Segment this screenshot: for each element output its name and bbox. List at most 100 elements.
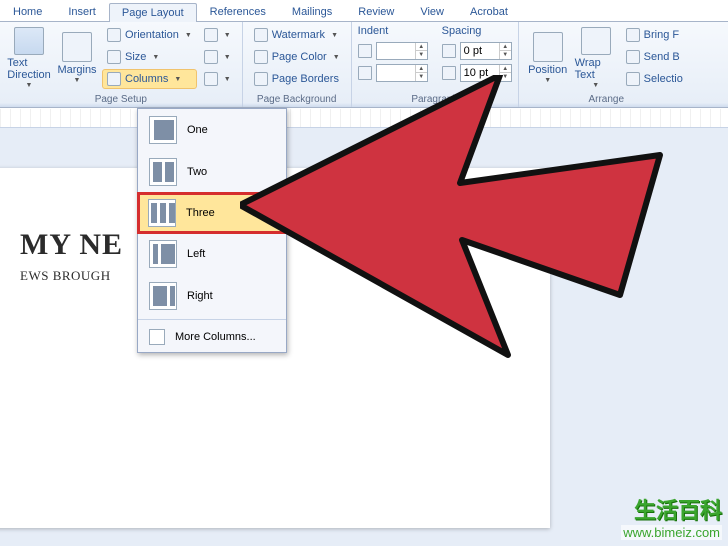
columns-more-columns[interactable]: More Columns... [138, 322, 286, 352]
size-button[interactable]: Size▼ [102, 47, 197, 67]
ribbon-tabs: HomeInsertPage LayoutReferencesMailingsR… [0, 0, 728, 22]
page-borders-button[interactable]: Page Borders [249, 69, 345, 89]
columns-more-label: More Columns... [175, 331, 256, 343]
spinner-down-icon[interactable]: ▼ [415, 51, 427, 59]
chevron-down-icon: ▼ [331, 32, 338, 39]
more-columns-icon [149, 329, 165, 345]
breaks-button[interactable]: ▼ [199, 25, 236, 45]
page-color-button[interactable]: Page Color▼ [249, 47, 345, 67]
menu-separator [138, 319, 286, 320]
group-label: Page Background [249, 94, 345, 105]
watermark-button[interactable]: Watermark▼ [249, 25, 345, 45]
columns-button[interactable]: Columns▼ [102, 69, 197, 89]
selection-pane-icon [626, 72, 640, 86]
document-area[interactable]: MY NE EWS BROUGH [0, 128, 728, 546]
tab-view[interactable]: View [407, 2, 457, 21]
send-backward-button[interactable]: Send B [621, 47, 688, 67]
columns-two-icon [149, 158, 177, 186]
spacing-before-icon [442, 44, 456, 58]
chevron-down-icon: ▼ [224, 32, 231, 39]
chevron-down-icon: ▼ [333, 54, 340, 61]
indent-label: Indent [358, 25, 428, 37]
columns-option-three[interactable]: Three [138, 193, 286, 233]
bring-forward-icon [626, 28, 640, 42]
tab-references[interactable]: References [197, 2, 279, 21]
spinner-up-icon[interactable]: ▲ [499, 65, 511, 73]
wrap-text-button[interactable]: Wrap Text▼ [573, 25, 619, 91]
hyphenation-button[interactable]: ▼ [199, 69, 236, 89]
bring-forward-button[interactable]: Bring F [621, 25, 688, 45]
tab-acrobat[interactable]: Acrobat [457, 2, 521, 21]
spinner-down-icon[interactable]: ▼ [415, 73, 427, 81]
size-icon [107, 50, 121, 64]
tab-page-layout[interactable]: Page Layout [109, 3, 197, 22]
orientation-button[interactable]: Orientation▼ [102, 25, 197, 45]
group-label: Paragraph [358, 94, 512, 105]
indent-right-spinner[interactable]: ▲▼ [358, 63, 428, 83]
spinner-down-icon[interactable]: ▼ [499, 73, 511, 81]
columns-icon [107, 72, 121, 86]
columns-right-icon [149, 282, 177, 310]
chevron-down-icon: ▼ [224, 54, 231, 61]
text-direction-button[interactable]: Text Direction ▼ [6, 25, 52, 91]
margins-icon [62, 32, 92, 62]
chevron-down-icon: ▼ [152, 54, 159, 61]
columns-option-label: Right [187, 290, 213, 302]
columns-one-icon [149, 116, 177, 144]
position-icon [533, 32, 563, 62]
group-paragraph: Indent ▲▼ ▲▼ Spacing 0 pt▲▼ 10 [352, 22, 519, 107]
watermark-icon [254, 28, 268, 42]
columns-option-label: Three [186, 207, 215, 219]
columns-option-label: Left [187, 248, 205, 260]
chevron-down-icon: ▼ [224, 76, 231, 83]
columns-option-label: Two [187, 166, 207, 178]
columns-dropdown: One Two Three Left Right More Columns... [137, 108, 287, 353]
page-borders-icon [254, 72, 268, 86]
spacing-after-icon [442, 66, 456, 80]
columns-option-right[interactable]: Right [138, 275, 286, 317]
horizontal-ruler[interactable] [0, 108, 728, 128]
chevron-down-icon: ▼ [185, 32, 192, 39]
columns-option-label: One [187, 124, 208, 136]
indent-left-icon [358, 44, 372, 58]
send-backward-icon [626, 50, 640, 64]
hyphenation-icon [204, 72, 218, 86]
wrap-text-icon [581, 27, 611, 55]
line-numbers-icon [204, 50, 218, 64]
tab-home[interactable]: Home [0, 2, 55, 21]
spinner-up-icon[interactable]: ▲ [415, 65, 427, 73]
position-button[interactable]: Position▼ [525, 25, 571, 91]
spinner-down-icon[interactable]: ▼ [499, 51, 511, 59]
spacing-after-spinner[interactable]: 10 pt▲▼ [442, 63, 512, 83]
columns-option-two[interactable]: Two [138, 151, 286, 193]
group-label: Page Setup [6, 94, 236, 105]
spinner-up-icon[interactable]: ▲ [415, 43, 427, 51]
orientation-icon [107, 28, 121, 42]
page-color-icon [254, 50, 268, 64]
line-numbers-button[interactable]: ▼ [199, 47, 236, 67]
group-page-background: Watermark▼ Page Color▼ Page Borders Page… [243, 22, 352, 107]
chevron-down-icon: ▼ [26, 82, 33, 89]
columns-left-icon [149, 240, 177, 268]
text-direction-icon [14, 27, 44, 55]
columns-option-one[interactable]: One [138, 109, 286, 151]
columns-three-icon [148, 199, 176, 227]
breaks-icon [204, 28, 218, 42]
indent-left-spinner[interactable]: ▲▼ [358, 41, 428, 61]
tab-review[interactable]: Review [345, 2, 407, 21]
group-label: Arrange [525, 94, 688, 105]
indent-right-icon [358, 66, 372, 80]
group-page-setup: Text Direction ▼ Margins ▼ Orientation▼ … [0, 22, 243, 107]
spacing-before-spinner[interactable]: 0 pt▲▼ [442, 41, 512, 61]
group-arrange: Position▼ Wrap Text▼ Bring F Send B Sele… [519, 22, 694, 107]
tab-mailings[interactable]: Mailings [279, 2, 345, 21]
chevron-down-icon: ▼ [74, 77, 81, 84]
chevron-down-icon: ▼ [592, 82, 599, 89]
columns-option-left[interactable]: Left [138, 233, 286, 275]
margins-button[interactable]: Margins ▼ [54, 25, 100, 91]
chevron-down-icon: ▼ [174, 76, 181, 83]
selection-pane-button[interactable]: Selectio [621, 69, 688, 89]
watermark: 生活百科 www.bimeiz.com [621, 493, 722, 540]
tab-insert[interactable]: Insert [55, 2, 109, 21]
spinner-up-icon[interactable]: ▲ [499, 43, 511, 51]
